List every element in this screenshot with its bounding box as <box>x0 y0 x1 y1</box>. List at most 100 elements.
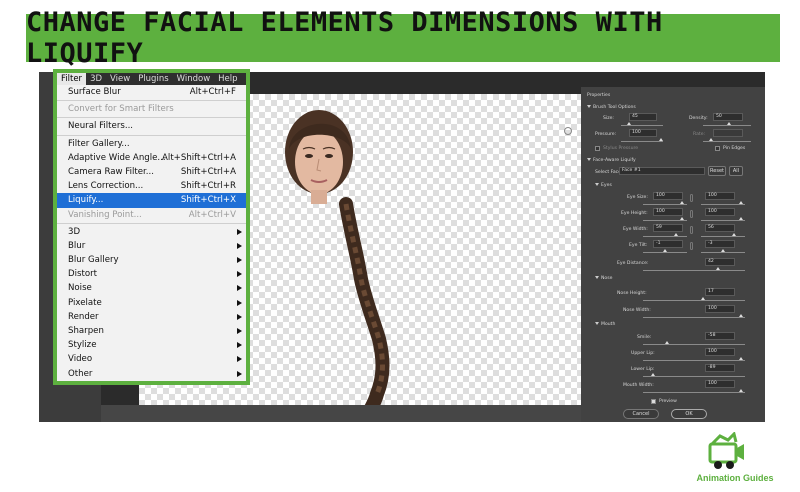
eye-tilt-left-knob[interactable] <box>663 249 667 252</box>
menu-item-noise[interactable]: Noise <box>57 281 246 295</box>
eye-width-left-knob[interactable] <box>674 233 678 236</box>
menu-item-blur[interactable]: Blur <box>57 239 246 253</box>
menu-item-blur-gallery[interactable]: Blur Gallery <box>57 253 246 267</box>
pressure-slider-knob[interactable] <box>659 138 663 141</box>
pressure-slider[interactable] <box>621 141 663 142</box>
menubar-help[interactable]: Help <box>214 73 241 85</box>
menu-item-other[interactable]: Other <box>57 367 246 381</box>
upper-lip-field[interactable]: 100 <box>705 348 735 356</box>
eye-width-right-field[interactable]: 56 <box>705 224 735 232</box>
eye-tilt-link-icon[interactable] <box>690 242 693 250</box>
eye-tilt-right-knob[interactable] <box>721 249 725 252</box>
menu-item-adaptive-wide-angle[interactable]: Adaptive Wide Angle... Alt+Shift+Ctrl+A <box>57 151 246 165</box>
menubar-view[interactable]: View <box>106 73 134 85</box>
brush-tool-options-heading[interactable]: Brush Tool Options <box>587 105 636 110</box>
eye-tilt-left-field[interactable]: -1 <box>653 240 683 248</box>
mouth-heading[interactable]: Mouth <box>595 322 615 327</box>
menu-item-distort[interactable]: Distort <box>57 267 246 281</box>
lower-lip-knob[interactable] <box>651 373 655 376</box>
eye-size-left-field[interactable]: 100 <box>653 192 683 200</box>
menu-item-pixelate[interactable]: Pixelate <box>57 296 246 310</box>
upper-lip-slider[interactable] <box>643 360 745 361</box>
cancel-button[interactable]: Cancel <box>623 409 659 419</box>
density-slider-knob[interactable] <box>727 122 731 125</box>
preview-checkbox[interactable] <box>651 399 656 404</box>
menu-item-render[interactable]: Render <box>57 310 246 324</box>
menubar-window[interactable]: Window <box>173 73 215 85</box>
menubar-plugins[interactable]: Plugins <box>134 73 172 85</box>
nose-height-field[interactable]: 17 <box>705 288 735 296</box>
menubar-3d[interactable]: 3D <box>86 73 106 85</box>
mouth-width-slider[interactable] <box>643 392 745 393</box>
density-field[interactable]: 50 <box>713 113 743 121</box>
nose-width-field[interactable]: 100 <box>705 305 735 313</box>
eye-height-left-knob[interactable] <box>680 217 684 220</box>
eyes-heading[interactable]: Eyes <box>595 183 612 188</box>
eye-width-right-knob[interactable] <box>732 233 736 236</box>
eye-size-left-slider[interactable] <box>643 204 687 205</box>
eye-height-right-slider[interactable] <box>701 220 745 221</box>
lower-lip-field[interactable]: -89 <box>705 364 735 372</box>
eye-width-left-field[interactable]: 59 <box>653 224 683 232</box>
lower-lip-slider[interactable] <box>643 376 745 377</box>
reset-button[interactable]: Reset <box>708 166 726 176</box>
pressure-field[interactable]: 100 <box>629 129 657 137</box>
eye-height-right-field[interactable]: 100 <box>705 208 735 216</box>
preview-label: Preview <box>659 399 677 404</box>
eye-tilt-right-slider[interactable] <box>701 252 745 253</box>
menu-separator <box>57 100 246 102</box>
eye-distance-knob[interactable] <box>716 267 720 270</box>
menu-item-liquify[interactable]: Liquify... Shift+Ctrl+X <box>57 193 246 208</box>
size-slider[interactable] <box>621 125 663 126</box>
menu-item-surface-blur[interactable]: Surface Blur Alt+Ctrl+F <box>57 85 246 99</box>
menubar-filter[interactable]: Filter <box>57 73 87 85</box>
upper-lip-knob[interactable] <box>739 357 743 360</box>
smile-knob[interactable] <box>665 341 669 344</box>
nose-height-knob[interactable] <box>701 297 705 300</box>
eye-distance-slider[interactable] <box>643 270 745 271</box>
size-slider-knob[interactable] <box>627 122 631 125</box>
eye-size-link-icon[interactable] <box>690 194 693 202</box>
menu-item-camera-raw-filter[interactable]: Camera Raw Filter... Shift+Ctrl+A <box>57 165 246 179</box>
eye-height-right-knob[interactable] <box>739 217 743 220</box>
menu-item-3d[interactable]: 3D <box>57 225 246 239</box>
pin-edges-checkbox[interactable] <box>715 146 720 151</box>
nose-width-knob[interactable] <box>739 314 743 317</box>
eye-tilt-left-slider[interactable] <box>643 252 687 253</box>
menu-item-sharpen[interactable]: Sharpen <box>57 324 246 338</box>
eye-size-right-slider[interactable] <box>701 204 745 205</box>
menu-item-neural-filters[interactable]: Neural Filters... <box>57 119 246 133</box>
eye-width-link-icon[interactable] <box>690 226 693 234</box>
stylus-pressure-checkbox[interactable] <box>595 146 600 151</box>
face-aware-liquify-heading[interactable]: Face-Aware Liquify <box>587 158 636 163</box>
submenu-arrow-icon <box>237 285 242 292</box>
ok-button[interactable]: OK <box>671 409 707 419</box>
eye-height-left-slider[interactable] <box>643 220 687 221</box>
eye-width-right-slider[interactable] <box>701 236 745 237</box>
eye-width-left-slider[interactable] <box>643 236 687 237</box>
nose-heading[interactable]: Nose <box>595 276 612 281</box>
nose-height-slider[interactable] <box>643 300 745 301</box>
size-field[interactable]: 45 <box>629 113 657 121</box>
menu-item-video[interactable]: Video <box>57 352 246 366</box>
mouth-width-knob[interactable] <box>739 389 743 392</box>
menu-item-shortcut: Alt+Ctrl+V <box>188 209 236 220</box>
eye-size-right-knob[interactable] <box>739 201 743 204</box>
menu-item-lens-correction[interactable]: Lens Correction... Shift+Ctrl+R <box>57 179 246 193</box>
eye-size-left-knob[interactable] <box>680 201 684 204</box>
eye-height-link-icon[interactable] <box>690 210 693 218</box>
nose-width-slider[interactable] <box>643 317 745 318</box>
eye-distance-field[interactable]: 42 <box>705 258 735 266</box>
mouth-width-field[interactable]: 100 <box>705 380 735 388</box>
menu-item-filter-gallery[interactable]: Filter Gallery... <box>57 137 246 151</box>
menu-item-shortcut: Alt+Shift+Ctrl+A <box>162 152 236 163</box>
eye-height-left-field[interactable]: 100 <box>653 208 683 216</box>
eye-size-right-field[interactable]: 100 <box>705 192 735 200</box>
select-face-dropdown[interactable]: Face #1 <box>619 167 705 175</box>
smile-field[interactable]: -58 <box>705 332 735 340</box>
smile-slider[interactable] <box>643 344 745 345</box>
eye-tilt-right-field[interactable]: -3 <box>705 240 735 248</box>
menu-item-stylize[interactable]: Stylize <box>57 338 246 352</box>
density-slider[interactable] <box>703 125 751 126</box>
all-button[interactable]: All <box>729 166 743 176</box>
